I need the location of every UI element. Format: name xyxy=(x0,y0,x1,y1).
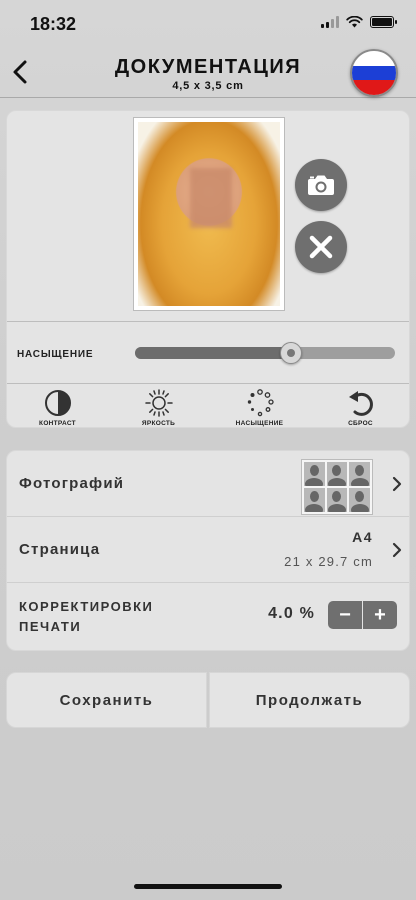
tool-saturation[interactable]: НАСЫЩЕНИЕ xyxy=(209,385,310,427)
chevron-right-icon xyxy=(392,542,402,558)
chevron-right-icon xyxy=(392,476,402,492)
status-time: 18:32 xyxy=(30,14,77,34)
flag-stripe-red xyxy=(352,80,396,95)
page-format-value: A4 xyxy=(352,529,373,545)
brightness-icon xyxy=(144,389,173,417)
slider-thumb[interactable] xyxy=(280,342,302,364)
flag-stripe-white xyxy=(352,51,396,66)
tool-contrast[interactable]: КОНТРАСТ xyxy=(7,385,108,427)
photo-layout-preview xyxy=(301,459,373,515)
close-icon xyxy=(309,235,333,259)
status-icons xyxy=(321,16,397,28)
divider xyxy=(7,321,409,322)
page-row[interactable]: Страница A4 21 x 29.7 cm xyxy=(7,517,409,583)
contrast-icon xyxy=(44,390,71,416)
blurred-face xyxy=(190,168,232,228)
camera-icon xyxy=(308,175,334,195)
portrait-photo xyxy=(138,122,280,306)
tool-brightness[interactable]: ЯРКОСТЬ xyxy=(108,385,209,427)
nav-header: ДОКУМЕНТАЦИЯ 4,5 x 3,5 cm xyxy=(0,48,416,98)
tool-label: СБРОС xyxy=(348,420,373,427)
camera-button[interactable] xyxy=(295,159,347,211)
saturation-slider[interactable] xyxy=(135,342,395,364)
flag-stripe-blue xyxy=(352,65,396,81)
language-flag-button[interactable] xyxy=(350,49,398,97)
page-size-value: 21 x 29.7 cm xyxy=(284,554,373,569)
battery-icon xyxy=(370,16,397,28)
print-correction-label-line1: КОРРЕКТИРОВКИ xyxy=(19,599,154,614)
divider xyxy=(7,383,409,384)
print-correction-label-line2: ПЕЧАТИ xyxy=(19,619,82,634)
print-correction-label: КОРРЕКТИРОВКИ ПЕЧАТИ xyxy=(19,597,153,637)
print-settings-panel: Фотографий Страница A4 21 x 29.7 cm КОРР… xyxy=(6,450,410,651)
increment-button[interactable]: + xyxy=(363,601,397,629)
wifi-icon xyxy=(346,16,363,28)
tool-label: КОНТРАСТ xyxy=(39,420,76,427)
photo-frame[interactable] xyxy=(133,117,285,311)
saturation-label: НАСЫЩЕНИЕ xyxy=(17,349,94,360)
save-button[interactable]: Сохранить xyxy=(6,672,207,728)
photos-row[interactable]: Фотографий xyxy=(7,451,409,517)
slider-fill xyxy=(135,347,291,359)
photos-label: Фотографий xyxy=(19,475,125,492)
cellular-signal-icon xyxy=(321,16,339,28)
tool-label: ЯРКОСТЬ xyxy=(141,420,176,427)
page-label: Страница xyxy=(19,541,101,558)
delete-photo-button[interactable] xyxy=(295,221,347,273)
home-indicator xyxy=(134,884,282,889)
tool-reset[interactable]: СБРОС xyxy=(310,385,409,427)
photo-edit-panel: НАСЫЩЕНИЕ КОНТРАСТ ЯРКОСТЬ НАСЫЩЕНИЕ СБР… xyxy=(6,110,410,428)
print-correction-stepper: − + xyxy=(328,601,397,629)
tool-label: НАСЫЩЕНИЕ xyxy=(235,420,284,427)
continue-button[interactable]: Продолжать xyxy=(209,672,410,728)
print-correction-row: КОРРЕКТИРОВКИ ПЕЧАТИ 4.0 % − + xyxy=(7,583,409,650)
status-bar: 18:32 xyxy=(0,0,416,48)
action-bar: Сохранить Продолжать xyxy=(6,672,410,728)
reset-icon xyxy=(348,391,373,416)
adjustment-tools: КОНТРАСТ ЯРКОСТЬ НАСЫЩЕНИЕ СБРОС xyxy=(7,385,409,427)
print-correction-value: 4.0 % xyxy=(268,605,315,622)
saturation-icon xyxy=(247,389,274,417)
decrement-button[interactable]: − xyxy=(328,601,362,629)
